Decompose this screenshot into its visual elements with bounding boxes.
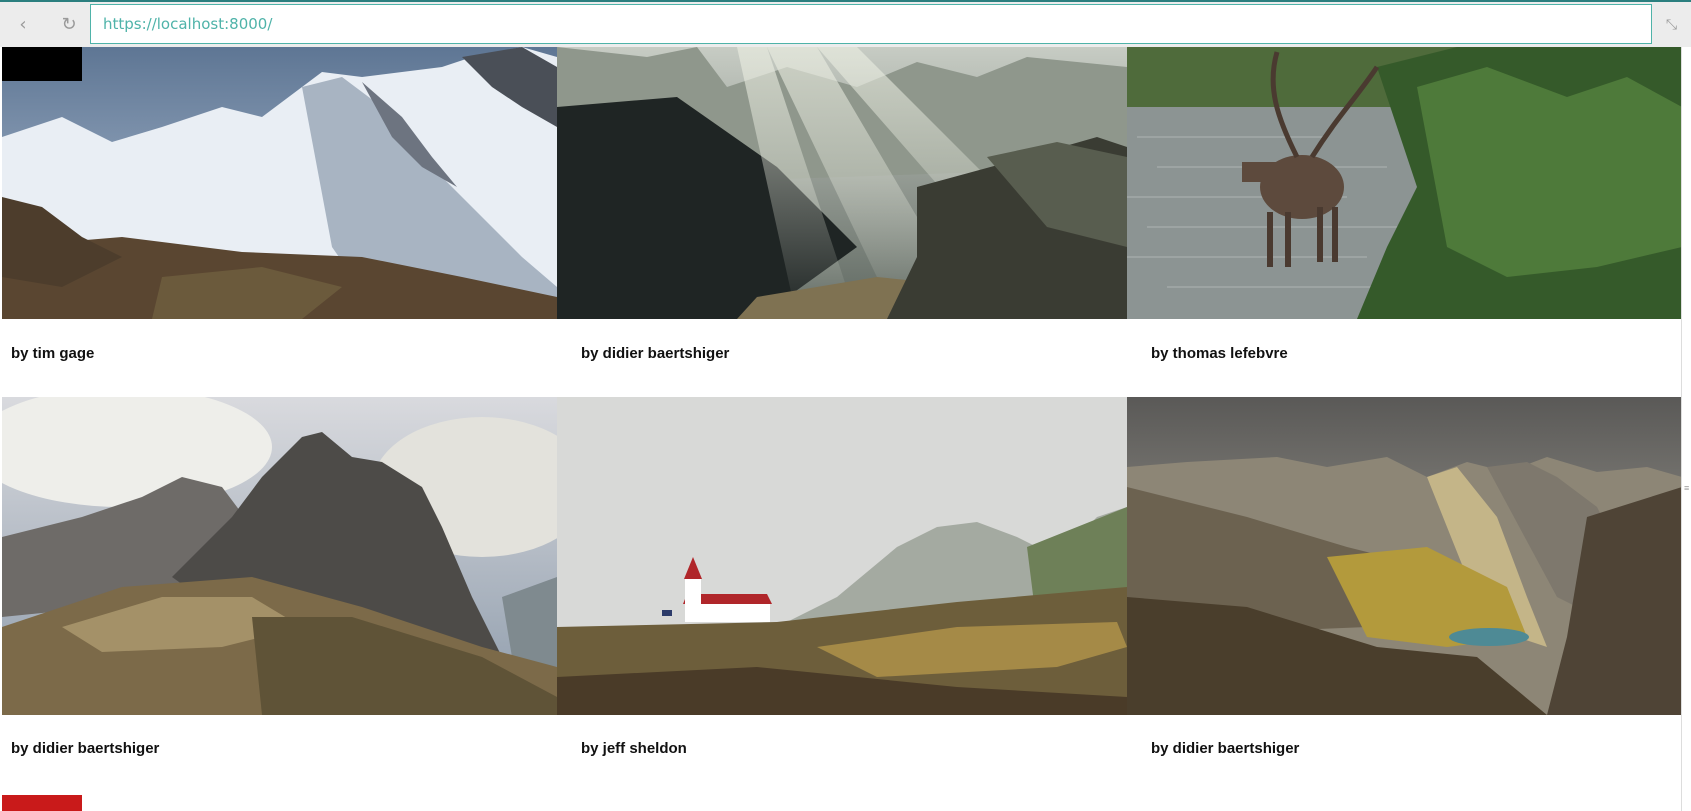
page-content: by tim gage by didier baertshiger by tho… — [0, 47, 1691, 811]
exit-fullscreen-button[interactable]: ⤡ — [1652, 2, 1691, 47]
photo-caption: by jeff sheldon — [581, 740, 687, 757]
address-bar-url: https://localhost:8000/ — [103, 15, 273, 33]
photo-caption: by didier baertshiger — [581, 345, 730, 362]
address-bar[interactable]: https://localhost:8000/ — [90, 4, 1652, 44]
photo-caption: by thomas lefebvre — [1151, 345, 1288, 362]
rocky-peak-photo[interactable] — [2, 397, 557, 715]
red-footer-block — [2, 795, 82, 811]
reload-icon: ↻ — [61, 14, 77, 35]
chevron-left-icon: ‹ — [19, 14, 27, 35]
church-hill-photo[interactable] — [557, 397, 1127, 715]
mountain-sunrays-photo[interactable] — [557, 47, 1127, 319]
reload-button[interactable]: ↻ — [46, 2, 92, 47]
valley-lake-photo[interactable] — [1127, 397, 1682, 715]
gallery-card[interactable]: by didier baertshiger — [557, 47, 1127, 397]
gallery-card[interactable]: by tim gage — [2, 47, 557, 397]
gallery-card[interactable]: by thomas lefebvre — [1127, 47, 1682, 397]
gallery-card[interactable]: by jeff sheldon — [557, 397, 1127, 797]
shrink-icon: ⤡ — [1665, 16, 1678, 33]
mountain-snow-photo[interactable] — [2, 47, 557, 319]
black-overlay-block — [2, 47, 82, 81]
photo-caption: by didier baertshiger — [11, 740, 160, 757]
gallery-card[interactable]: by didier baertshiger — [1127, 397, 1682, 797]
photo-caption: by tim gage — [11, 345, 95, 362]
scrollbar-grip-icon: ≡ — [1684, 483, 1690, 493]
gallery-card[interactable]: by didier baertshiger — [2, 397, 557, 797]
reindeer-river-photo[interactable] — [1127, 47, 1682, 319]
photo-caption: by didier baertshiger — [1151, 740, 1300, 757]
browser-toolbar: ‹ ↻ https://localhost:8000/ ⤡ — [0, 0, 1691, 47]
page-scrollbar[interactable]: ≡ — [1681, 47, 1691, 811]
back-button[interactable]: ‹ — [0, 2, 46, 47]
